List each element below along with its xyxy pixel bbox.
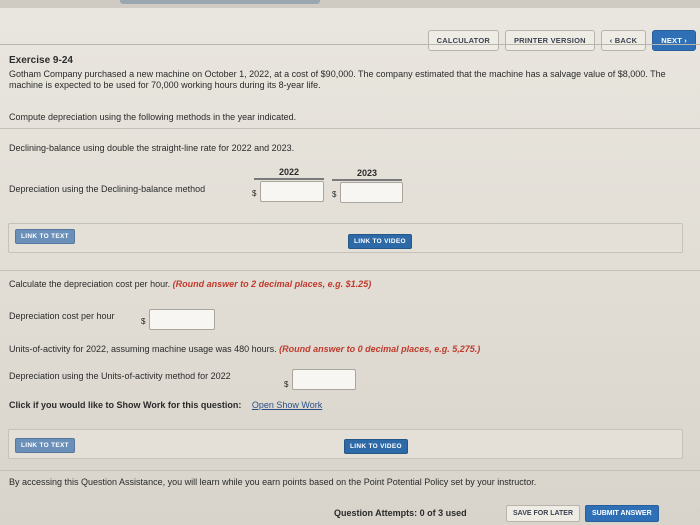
units-of-activity-instruction: Units-of-activity for 2022, assuming mac… [9,344,480,354]
rounding-note: (Round answer to 0 decimal places, e.g. … [279,344,481,354]
declining-balance-section: Declining-balance using double the strai… [0,128,700,270]
toolbar-divider [0,44,700,45]
units-of-activity-instruction-text: Units-of-activity for 2022, assuming mac… [9,344,277,354]
units-of-activity-input[interactable] [292,369,356,390]
cost-per-hour-label: Depreciation cost per hour [9,311,115,321]
problem-text: Gotham Company purchased a new machine o… [9,69,666,90]
instruction-text: Compute depreciation using the following… [9,112,297,122]
printer-version-button[interactable]: PRINTER VERSION [504,30,595,51]
declining-balance-2023-input[interactable] [340,182,403,203]
column-header-2023: 2023 [332,168,402,181]
question-assistance-notice: By accessing this Question Assistance, y… [9,477,537,487]
question-attempts: Question Attempts: 0 of 3 used [334,508,467,518]
back-button[interactable]: ‹ BACK [600,30,647,51]
column-header-2022: 2022 [254,167,324,180]
show-work-label: Click if you would like to Show Work for… [9,400,242,410]
units-of-activity-section: Calculate the depreciation cost per hour… [0,270,700,470]
save-for-later-button[interactable]: SAVE FOR LATER [506,505,581,522]
dollar-sign: $ [284,380,289,389]
resource-links-bar: LINK TO TEXT LINK TO VIDEO [8,223,683,253]
link-to-video-button[interactable]: LINK TO VIDEO [344,439,408,454]
dollar-sign: $ [252,189,257,198]
link-to-text-button[interactable]: LINK TO TEXT [15,229,75,244]
declining-balance-heading: Declining-balance using double the strai… [9,143,295,153]
browser-tab-strip [120,0,320,4]
declining-balance-2022-input[interactable] [260,181,324,202]
calculator-button[interactable]: CALCULATOR [427,30,499,51]
cost-per-hour-instruction-text: Calculate the depreciation cost per hour… [9,279,171,289]
submit-answer-button[interactable]: SUBMIT ANSWER [585,505,659,522]
units-of-activity-label: Depreciation using the Units-of-activity… [9,371,231,381]
footer-section: By accessing this Question Assistance, y… [0,470,700,525]
cost-per-hour-input[interactable] [149,309,215,330]
next-button[interactable]: NEXT › [652,30,696,51]
exercise-title: Exercise 9-24 [9,55,73,66]
open-show-work-link[interactable]: Open Show Work [252,400,322,410]
declining-balance-row-label: Depreciation using the Declining-balance… [9,184,206,194]
link-to-text-button[interactable]: LINK TO TEXT [15,438,75,453]
question-page: CALCULATOR PRINTER VERSION ‹ BACK NEXT ›… [0,8,700,525]
cost-per-hour-instruction: Calculate the depreciation cost per hour… [9,279,371,289]
top-toolbar: CALCULATOR PRINTER VERSION ‹ BACK NEXT › [427,30,696,51]
rounding-note: (Round answer to 2 decimal places, e.g. … [172,279,372,289]
show-work-row: Click if you would like to Show Work for… [9,400,322,410]
link-to-video-button[interactable]: LINK TO VIDEO [348,234,412,249]
dollar-sign: $ [141,317,146,326]
resource-links-bar: LINK TO TEXT LINK TO VIDEO [8,429,683,459]
dollar-sign: $ [332,190,337,199]
